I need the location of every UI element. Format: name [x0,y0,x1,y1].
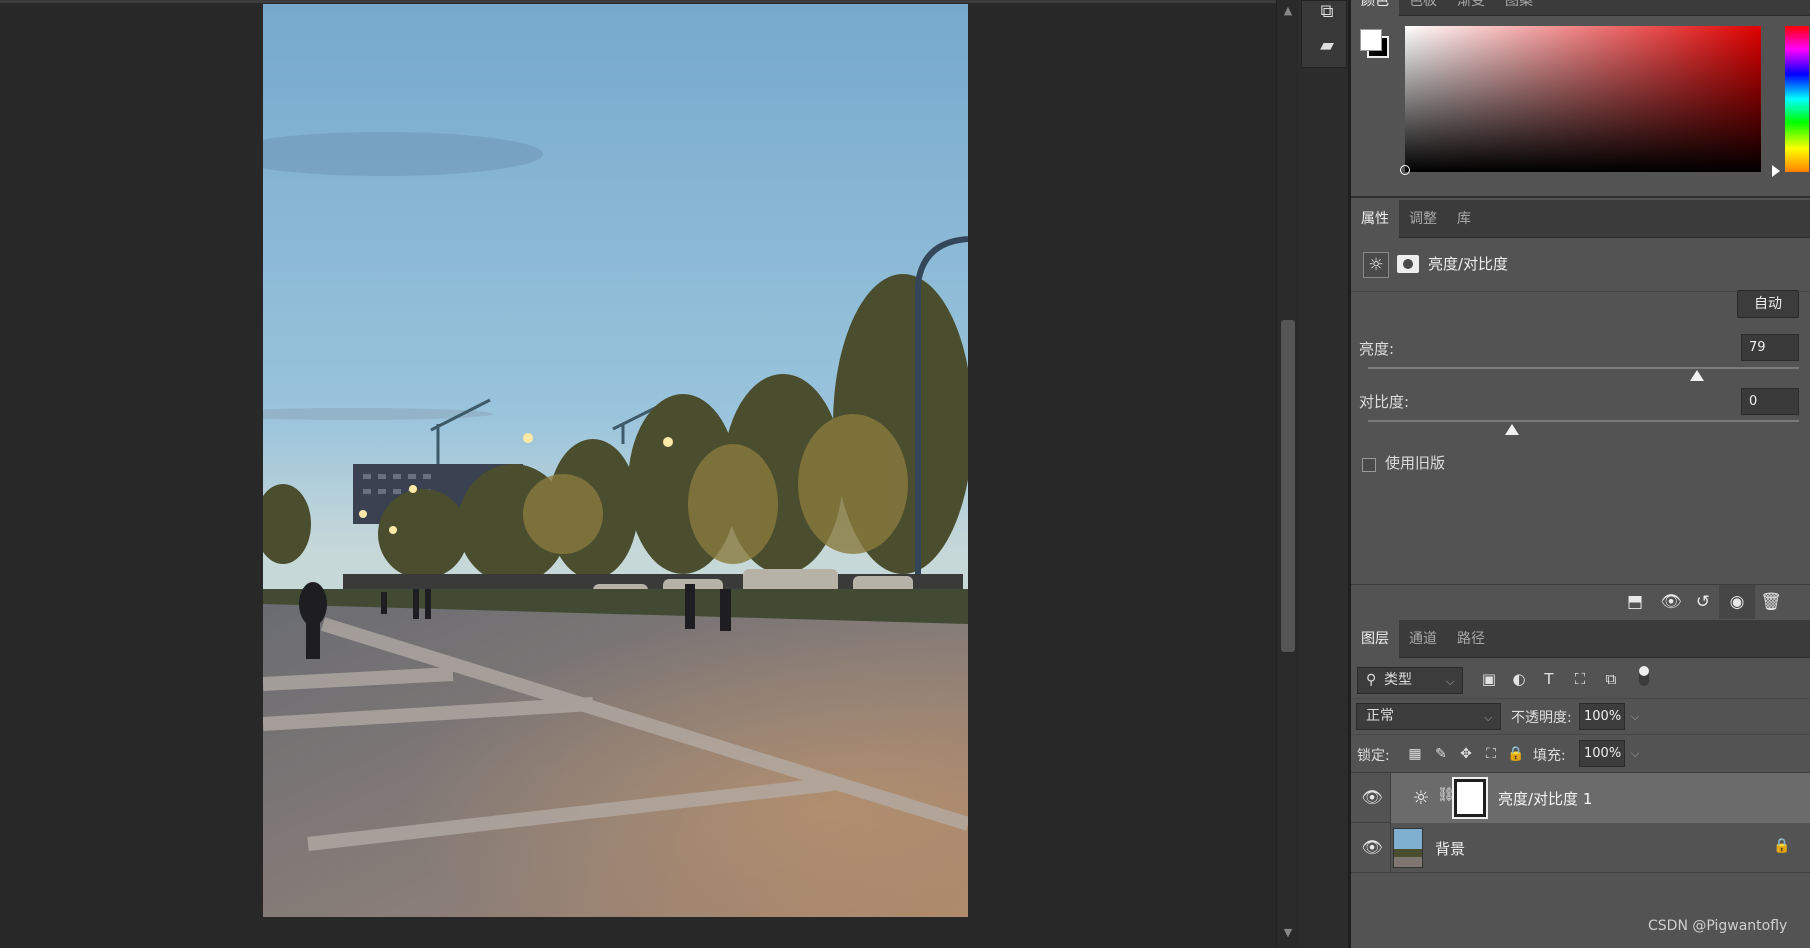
foreground-color-swatch[interactable] [1360,29,1382,51]
fill-chevron-down-icon[interactable]: ⌵ [1627,740,1643,767]
scroll-down-arrow-icon[interactable]: ▼ [1277,926,1299,946]
use-legacy-label: 使用旧版 [1385,454,1446,472]
search-icon: ⚲ [1366,672,1377,688]
layer-row-brightness-contrast[interactable]: 👁 ☼ ⛓ 亮度/对比度 1 [1351,773,1810,823]
blend-opacity-row: 正常 ⌵ 不透明度: 100% ⌵ [1351,698,1810,734]
right-panel-dock: 颜色 色板 渐变 图案 属性 调整 库 ☼ 亮度/对比度 自动 亮度: 79 对… [1351,0,1810,948]
document-canvas-area[interactable] [0,0,1276,948]
contrast-slider-thumb[interactable] [1504,424,1519,435]
contrast-input[interactable]: 0 [1741,388,1799,415]
layer-name[interactable]: 亮度/对比度 1 [1498,788,1592,809]
layers-panel-tabs: 图层 通道 路径 [1351,620,1810,658]
properties-title: 亮度/对比度 [1428,255,1509,273]
lock-transparent-pixels-icon[interactable]: ▦ [1405,744,1425,764]
layer-filter-value: 类型 [1384,672,1412,688]
color-picker-marker[interactable] [1400,165,1410,175]
auto-button[interactable]: 自动 [1737,290,1799,318]
hue-slider-marker[interactable] [1772,165,1780,177]
shape-layer-filter-icon[interactable]: ⛶ [1569,668,1591,690]
layer-visibility-eye-icon[interactable]: 👁 [1361,788,1383,808]
properties-header: ☼ 亮度/对比度 [1351,238,1810,292]
canvas-vertical-scrollbar[interactable]: ▲ ▼ [1276,0,1298,948]
tab-channels[interactable]: 通道 [1399,620,1447,658]
background-thumbnail-image [1394,829,1422,867]
watermark: CSDN @Pigwantofly [1648,918,1788,934]
opacity-label: 不透明度: [1511,710,1572,726]
document-photo[interactable] [263,4,968,917]
brightness-label: 亮度: [1359,340,1395,358]
lock-position-icon[interactable]: ✥ [1456,744,1476,764]
background-layer-thumbnail[interactable] [1393,828,1423,868]
brightness-input[interactable]: 79 [1741,334,1799,361]
history-icon[interactable]: ⧉ [1316,1,1338,25]
properties-bottom-toolbar: ⬒ 👁 ↺ ◉ 🗑 [1351,584,1810,619]
brightness-contrast-layer-icon: ☼ [1412,787,1430,809]
lock-all-icon[interactable]: 🔒 [1506,744,1526,764]
brightness-slider-thumb[interactable] [1689,370,1704,381]
scrollbar-thumb[interactable] [1281,320,1295,652]
lock-artboard-icon[interactable]: ⛶ [1481,744,1501,764]
tab-adjustments[interactable]: 调整 [1399,200,1447,238]
type-layer-filter-icon[interactable]: T [1538,668,1560,690]
collapsed-panel-strip: ⧉ ▰ [1298,0,1348,948]
opacity-input[interactable]: 100% [1579,703,1625,730]
layer-lock-icon: 🔒 [1773,838,1791,854]
layers-panel: 图层 通道 路径 ⚲ 类型 ⌵ ▣ ◐ T ⛶ ⧉ 正常 ⌵ 不透明度: 100… [1351,620,1810,948]
street-photo-image [263,4,968,917]
blend-mode-select[interactable]: 正常 ⌵ [1356,703,1501,730]
layer-filter-row: ⚲ 类型 ⌵ ▣ ◐ T ⛶ ⧉ [1351,658,1810,698]
layer-visibility-eye-icon[interactable]: 👁 [1361,838,1383,858]
reset-adjustment-icon[interactable]: ↺ [1692,591,1714,613]
tab-layers[interactable]: 图层 [1351,620,1399,658]
tab-libraries[interactable]: 库 [1447,200,1481,238]
adjustment-layer-filter-icon[interactable]: ◐ [1508,668,1530,690]
clip-to-layer-icon[interactable]: ⬒ [1624,591,1646,613]
layer-mask-icon[interactable] [1397,255,1419,273]
color-panel-tabs: 颜色 色板 渐变 图案 [1351,0,1810,20]
mask-fill [1457,782,1483,814]
layer-row-background[interactable]: 👁 背景 🔒 [1351,823,1810,873]
hue-slider[interactable] [1785,26,1809,172]
visibility-eye-icon[interactable]: ◉ [1726,591,1748,613]
chevron-down-icon: ⌵ [1484,711,1493,724]
tab-gradients[interactable]: 渐变 [1447,0,1495,20]
tab-patterns[interactable]: 图案 [1495,0,1543,20]
use-legacy-checkbox[interactable] [1362,458,1376,472]
pixel-layer-filter-icon[interactable]: ▣ [1478,668,1500,690]
fill-input[interactable]: 100% [1579,740,1625,767]
layer-name[interactable]: 背景 [1435,838,1465,859]
layer-filter-toggle[interactable] [1639,666,1649,686]
view-previous-state-icon[interactable]: 👁 [1660,591,1682,613]
tab-paths[interactable]: 路径 [1447,620,1495,658]
collapsed-panel-group: ⧉ ▰ [1301,0,1347,68]
scroll-up-arrow-icon[interactable]: ▲ [1277,4,1299,24]
tab-color[interactable]: 颜色 [1351,0,1399,20]
color-panel: 颜色 色板 渐变 图案 [1351,0,1810,198]
chevron-down-icon: ⌵ [1446,675,1455,688]
lock-label: 锁定: [1357,748,1390,764]
comments-icon[interactable]: ▰ [1316,35,1338,59]
layer-mask-thumbnail[interactable] [1452,777,1488,819]
fill-label: 填充: [1533,748,1566,764]
brightness-contrast-adjustment-icon[interactable]: ☼ [1363,252,1389,278]
smart-object-filter-icon[interactable]: ⧉ [1600,668,1622,690]
brightness-slider-track[interactable] [1368,367,1799,369]
blend-mode-value: 正常 [1366,708,1394,724]
canvas-top-border [0,0,1276,3]
tab-swatches[interactable]: 色板 [1399,0,1447,20]
lock-fill-row: 锁定: ▦ ✎ ✥ ⛶ 🔒 填充: 100% ⌵ [1351,734,1810,772]
lock-image-pixels-icon[interactable]: ✎ [1431,744,1451,764]
contrast-label: 对比度: [1359,393,1410,411]
properties-panel-tabs: 属性 调整 库 [1351,200,1810,238]
contrast-slider-track[interactable] [1368,420,1799,422]
layer-filter-select[interactable]: ⚲ 类型 ⌵ [1357,667,1463,694]
saturation-brightness-field[interactable] [1405,26,1761,172]
opacity-chevron-down-icon[interactable]: ⌵ [1627,703,1643,730]
trash-icon[interactable]: 🗑 [1760,591,1782,613]
tab-properties[interactable]: 属性 [1351,200,1399,238]
